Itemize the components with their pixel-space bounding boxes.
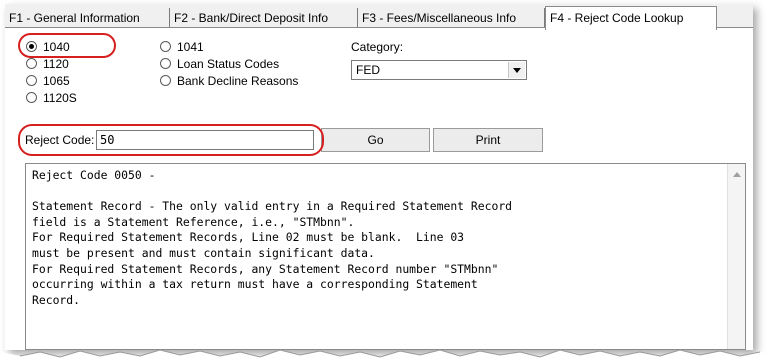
tab-reject-code-lookup[interactable]: F4 - Reject Code Lookup — [545, 6, 717, 30]
torn-edge-decoration — [0, 349, 770, 364]
